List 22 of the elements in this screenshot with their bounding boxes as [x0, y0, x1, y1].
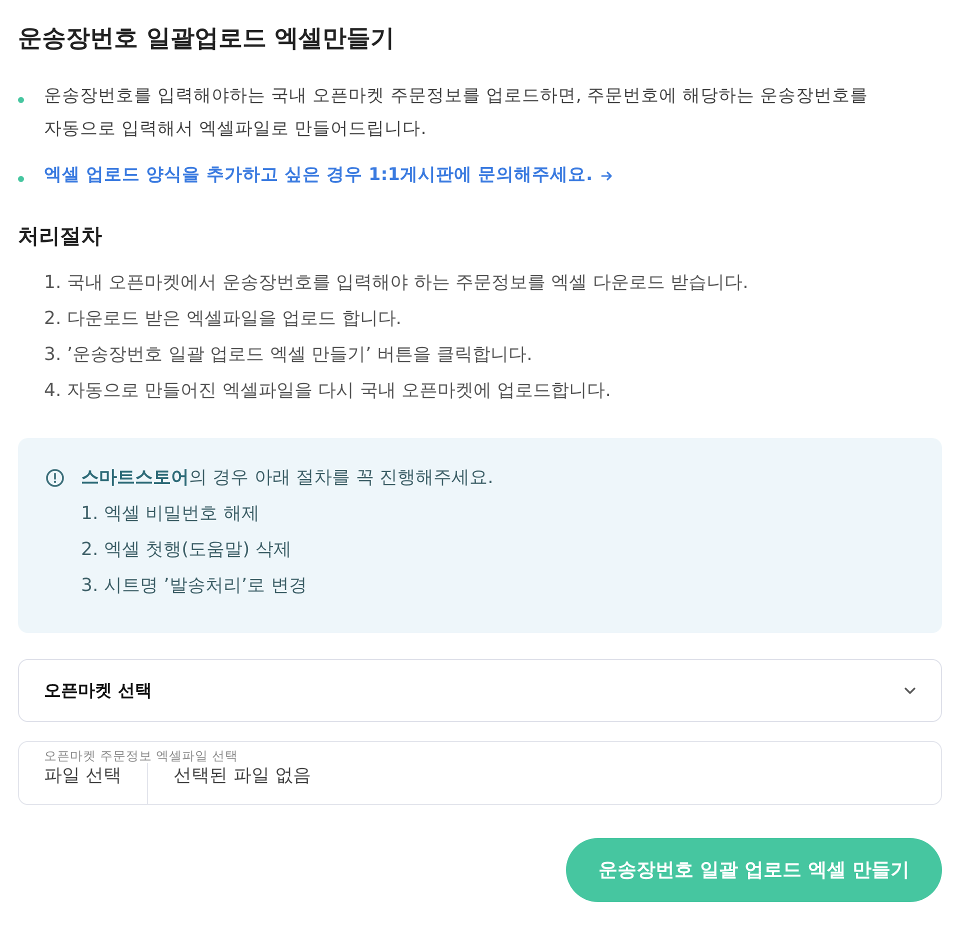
file-status-text: 선택된 파일 없음	[172, 764, 312, 788]
procedure-step: 2. 다운로드 받은 엑셀파일을 업로드 합니다.	[44, 301, 942, 337]
exclamation-circle-icon	[46, 469, 64, 487]
description-text: 운송장번호를 입력해야하는 국내 오픈마켓 주문정보를 업로드하면, 주문번호에 해당하는 운송장번호를 자동으로 입력해서 엑셀파일로 만들어드립니다.	[44, 85, 870, 141]
page-title: 운송장번호 일괄업로드 엑셀만들기	[18, 23, 396, 54]
market-select[interactable]: 오픈마켓 선택	[18, 659, 942, 722]
choose-file-button[interactable]: 파일 선택	[19, 763, 148, 804]
file-input-field[interactable]: 오픈마켓 주문정보 엑셀파일 선택 파일 선택 선택된 파일 없음	[18, 741, 942, 805]
inquiry-link[interactable]: 엑셀 업로드 양식을 추가하고 싶은 경우 1:1게시판에 문의해주세요.	[44, 159, 593, 192]
arrow-right-icon	[600, 171, 613, 181]
procedure-step: 4. 자동으로 만들어진 엑셀파일을 다시 국내 오픈마켓에 업로드합니다.	[44, 373, 942, 409]
bullet-icon	[18, 97, 24, 103]
bullet-icon	[18, 176, 24, 182]
section-heading: 처리절차	[18, 223, 103, 250]
chevron-down-icon	[904, 686, 916, 694]
notice-step: 1. 엑셀 비밀번호 해제	[46, 496, 922, 532]
notice-step: 2. 엑셀 첫행(도움말) 삭제	[46, 532, 922, 568]
procedure-step: 1. 국내 오픈마켓에서 운송장번호를 입력해야 하는 주문정보를 엑셀 다운로드 받습니다.	[44, 265, 942, 301]
file-field-label: 오픈마켓 주문정보 엑셀파일 선택	[43, 747, 238, 763]
notice-step: 3. 시트명 ’발송처리’로 변경	[46, 568, 922, 604]
procedure-step: 3. ’운송장번호 일괄 업로드 엑셀 만들기’ 버튼을 클릭합니다.	[44, 337, 942, 373]
notice-text: 스마트스토어의 경우 아래 절차를 꼭 진행해주세요.	[81, 466, 494, 490]
